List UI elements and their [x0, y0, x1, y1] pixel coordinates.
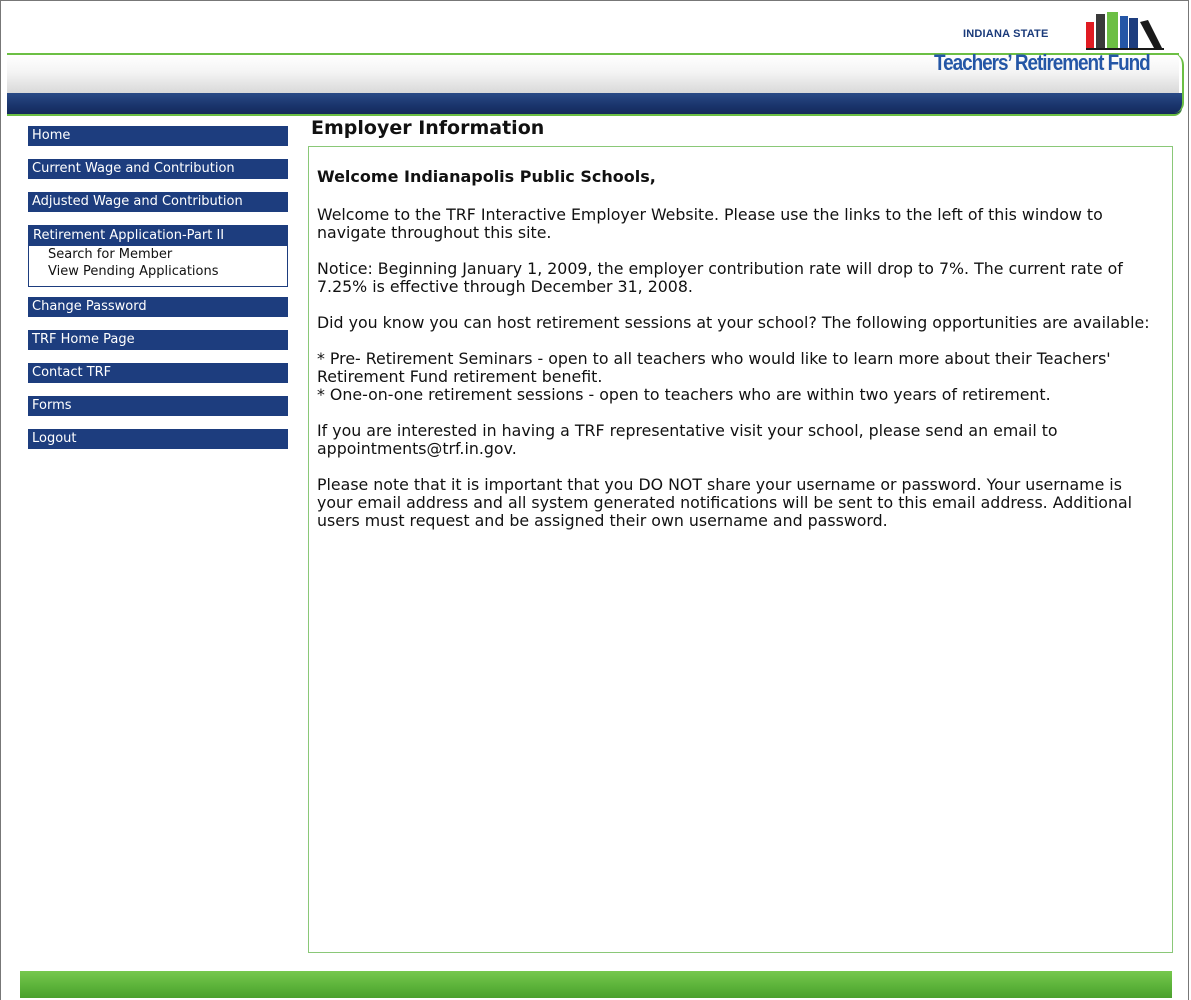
- sidebar-nav: Home Current Wage and Contribution Adjus…: [28, 126, 288, 462]
- books-logo-icon: [1086, 12, 1164, 50]
- sidebar-item-contact[interactable]: Contact TRF: [28, 363, 288, 383]
- sessions-paragraph: Did you know you can host retirement ses…: [317, 313, 1150, 332]
- notice-paragraph: Notice: Beginning January 1, 2009, the e…: [317, 259, 1123, 296]
- representative-paragraph: If you are interested in having a TRF re…: [317, 421, 1058, 458]
- sidebar-item-current-wage[interactable]: Current Wage and Contribution: [28, 159, 288, 179]
- trf-logo: INDIANA STATE Teachers’ Retirement Fund: [920, 12, 1180, 92]
- logo-name-text: Teachers’ Retirement Fund: [934, 50, 1151, 75]
- content-panel: Welcome Indianapolis Public Schools, Wel…: [308, 146, 1173, 953]
- sidebar-subitem-pending-applications[interactable]: View Pending Applications: [29, 263, 287, 280]
- welcome-heading: Welcome Indianapolis Public Schools,: [317, 167, 656, 186]
- page-title: Employer Information: [311, 117, 545, 139]
- bullet-seminars: * Pre- Retirement Seminars - open to all…: [317, 349, 1111, 386]
- logo-state-label: INDIANA STATE: [963, 28, 1049, 40]
- sidebar-item-home[interactable]: Home: [28, 126, 288, 146]
- sidebar-item-logout[interactable]: Logout: [28, 429, 288, 449]
- bullet-one-on-one: * One-on-one retirement sessions - open …: [317, 385, 1051, 404]
- header-navy-bar: [7, 93, 1182, 116]
- sidebar-item-change-password[interactable]: Change Password: [28, 297, 288, 317]
- sidebar-subitem-search-member[interactable]: Search for Member: [29, 246, 287, 263]
- sidebar-item-adjusted-wage[interactable]: Adjusted Wage and Contribution: [28, 192, 288, 212]
- security-paragraph: Please note that it is important that yo…: [317, 475, 1133, 530]
- sidebar-item-retirement-application[interactable]: Retirement Application-Part II: [29, 226, 287, 246]
- sidebar-item-trf-home[interactable]: TRF Home Page: [28, 330, 288, 350]
- footer-bar: [20, 971, 1172, 998]
- intro-paragraph: Welcome to the TRF Interactive Employer …: [317, 205, 1103, 242]
- sidebar-group-retirement: Retirement Application-Part II Search fo…: [28, 225, 288, 287]
- sidebar-item-forms[interactable]: Forms: [28, 396, 288, 416]
